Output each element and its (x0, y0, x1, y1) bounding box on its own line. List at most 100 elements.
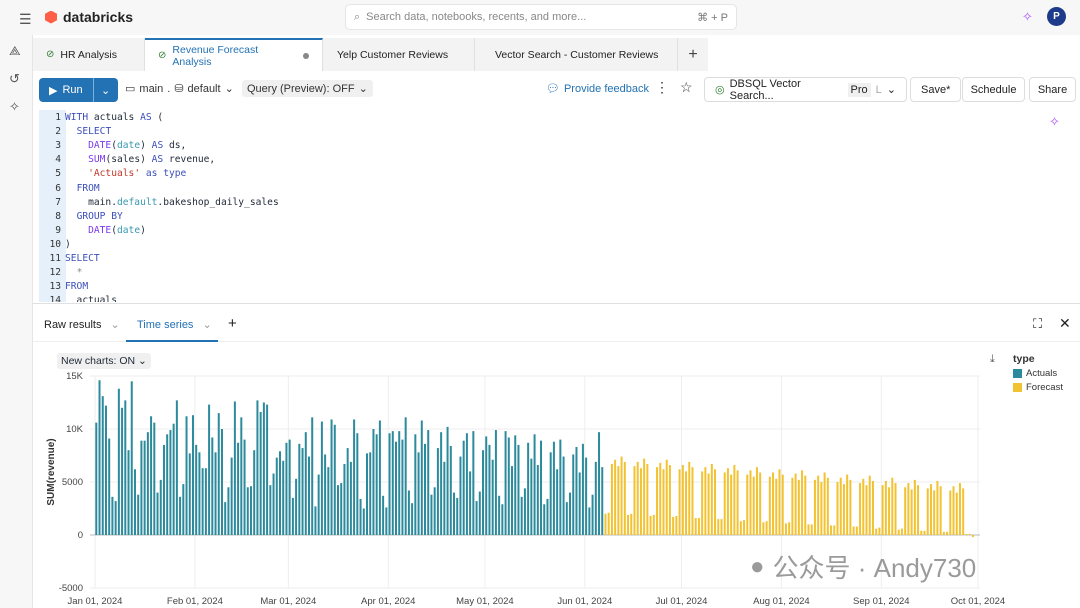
warehouse-selector[interactable]: ◎ DBSQL Vector Search... Pro L ⌄ (704, 77, 907, 102)
tab-hr-analysis[interactable]: ⊘ HR Analysis (33, 38, 145, 71)
tab-raw-results[interactable]: Raw results ⌄ (44, 318, 120, 331)
chevron-down-icon: ⌄ (138, 355, 147, 367)
tab-yelp-customer-reviews[interactable]: Yelp Customer Reviews (323, 38, 475, 71)
code-line: 11 SELECT (39, 253, 939, 267)
search-icon: ⌕ (354, 10, 361, 23)
avatar[interactable]: P (1047, 7, 1066, 26)
warehouse-name: DBSQL Vector Search... (729, 77, 801, 102)
share-button[interactable]: Share (1029, 77, 1076, 102)
code-text: FROM (65, 281, 89, 293)
line-number: 6 (55, 182, 61, 194)
tab-label: Raw results (44, 319, 102, 331)
code-text: main.default.bakeshop_daily_sales (65, 196, 279, 208)
panel-divider[interactable] (33, 303, 1080, 304)
shapes-icon[interactable]: ⟁ (9, 43, 21, 59)
search-input[interactable]: ⌕ Search data, notebooks, recents, and mo… (345, 4, 737, 30)
warehouse-tier: Pro (847, 82, 871, 97)
code-text: FROM (76, 182, 100, 194)
run-options-button[interactable]: ⌄ (92, 78, 118, 102)
legend-swatch (1013, 383, 1022, 392)
close-icon[interactable]: ✕ (1059, 315, 1071, 332)
line-number: 11 (49, 253, 61, 264)
chevron-down-icon: ⌄ (224, 83, 234, 95)
expand-icon[interactable]: ⛶ (1033, 316, 1042, 332)
code-line: 7 main.default.bakeshop_daily_sales (39, 197, 939, 211)
sql-editor[interactable]: 1 WITH actuals AS ( 2 SELECT 3 DATE(date) A… (39, 110, 1075, 302)
code-text: * (76, 267, 83, 279)
code-text: DATE(date) (88, 224, 146, 236)
code-line: 6 FROM (39, 183, 939, 197)
check-circle-icon: ⊘ (46, 49, 55, 60)
new-charts-toggle[interactable]: New charts: ON ⌄ (57, 353, 151, 369)
assistant-icon[interactable]: ✧ (9, 99, 20, 115)
code-line: 3 DATE(date) AS ds, (39, 140, 939, 154)
star-icon[interactable]: ☆ (680, 79, 693, 96)
catalog-name: main (139, 82, 164, 95)
code-line: 13 FROM (39, 281, 939, 295)
save-button[interactable]: Save* (910, 77, 962, 102)
code-line: 1 WITH actuals AS ( (39, 112, 939, 126)
legend-swatch (1013, 369, 1022, 378)
code-text: GROUP BY (76, 210, 123, 222)
unsaved-dot-icon (303, 52, 309, 59)
new-charts-label: New charts: ON (61, 355, 136, 367)
check-circle-icon: ⊘ (158, 50, 167, 61)
line-number: 3 (55, 140, 61, 152)
left-rail: ⟁ ↺ ✧ (0, 35, 32, 608)
watermark-text: 公众号 · Andy730 (772, 553, 977, 583)
top-bar: ☰ databricks ⌕ Search data, notebooks, re… (0, 0, 1080, 35)
provide-feedback-link[interactable]: 💬︎ Provide feedback (546, 82, 649, 96)
warehouse-size: L (875, 83, 882, 96)
menu-icon[interactable]: ☰ (19, 11, 32, 28)
tab-revenue-forecast-analysis[interactable]: ⊘ Revenue Forecast Analysis (145, 38, 323, 71)
tab-vector-search[interactable]: Vector Search - Customer Reviews (475, 38, 678, 71)
chevron-down-icon: ⌄ (886, 84, 896, 96)
code-line: 12 * (39, 267, 939, 281)
query-tabs: ⊘ HR Analysis ⊘ Revenue Forecast Analysis … (33, 38, 708, 71)
code-line: 14 actuals (39, 295, 939, 302)
logo[interactable]: databricks (45, 9, 133, 25)
history-icon[interactable]: ↺ (9, 71, 20, 87)
toolbar: ▶ Run ⌄ ▭ main. ⛁ default ⌄ Query (Preview): … (33, 77, 1080, 105)
code-text: SELECT (76, 126, 112, 138)
line-number: 10 (49, 238, 61, 250)
code-text: WITH actuals AS ( (65, 112, 164, 123)
code-line: 4 SUM(sales) AS revenue, (39, 154, 939, 168)
run-button[interactable]: ▶ Run (39, 78, 93, 102)
databricks-logo-icon (45, 10, 57, 24)
tab-time-series[interactable]: Time series ⌄ (137, 318, 212, 331)
code-text: SUM(sales) AS revenue, (88, 154, 216, 166)
catalog-schema-selector[interactable]: ▭ main. ⛁ default ⌄ (125, 82, 234, 96)
line-number: 8 (55, 210, 61, 222)
active-tab-indicator (126, 340, 218, 342)
run-label: Run (62, 84, 83, 96)
watermark: ● 公众号 · Andy730 (750, 548, 976, 585)
line-number: 2 (55, 126, 61, 138)
code-text: SELECT (65, 253, 100, 264)
legend-item-actuals[interactable]: Actuals (1013, 368, 1063, 379)
line-number: 1 (55, 112, 61, 123)
wechat-icon: ● (750, 552, 765, 580)
assistant-icon[interactable]: ✧ (1022, 9, 1033, 25)
schedule-button[interactable]: Schedule (962, 77, 1025, 102)
code-text: DATE(date) AS ds, (88, 140, 187, 152)
code-line: 8 GROUP BY (39, 211, 939, 225)
add-visualization-button[interactable]: + (228, 315, 237, 332)
line-number: 5 (55, 168, 61, 180)
chevron-down-icon: ⌄ (358, 83, 368, 95)
legend-item-forecast[interactable]: Forecast (1013, 382, 1063, 393)
add-tab-button[interactable]: + (678, 38, 708, 71)
code-text: 'Actuals' as type (88, 168, 187, 180)
line-number: 14 (49, 295, 61, 302)
line-number: 12 (49, 267, 61, 279)
download-icon[interactable]: ⤓ (990, 353, 995, 366)
tab-label: Yelp Customer Reviews (337, 48, 449, 61)
catalog-icon: ▭ (125, 83, 136, 95)
line-number: 9 (55, 224, 61, 236)
tab-label: Vector Search - Customer Reviews (495, 48, 659, 61)
query-preview-toggle[interactable]: Query (Preview): OFF ⌄ (242, 80, 373, 97)
code-line: 10) (39, 239, 939, 253)
more-options-icon[interactable]: ⋮ (655, 79, 669, 96)
legend-title: type (1013, 353, 1035, 365)
code-text: ) (65, 238, 71, 250)
